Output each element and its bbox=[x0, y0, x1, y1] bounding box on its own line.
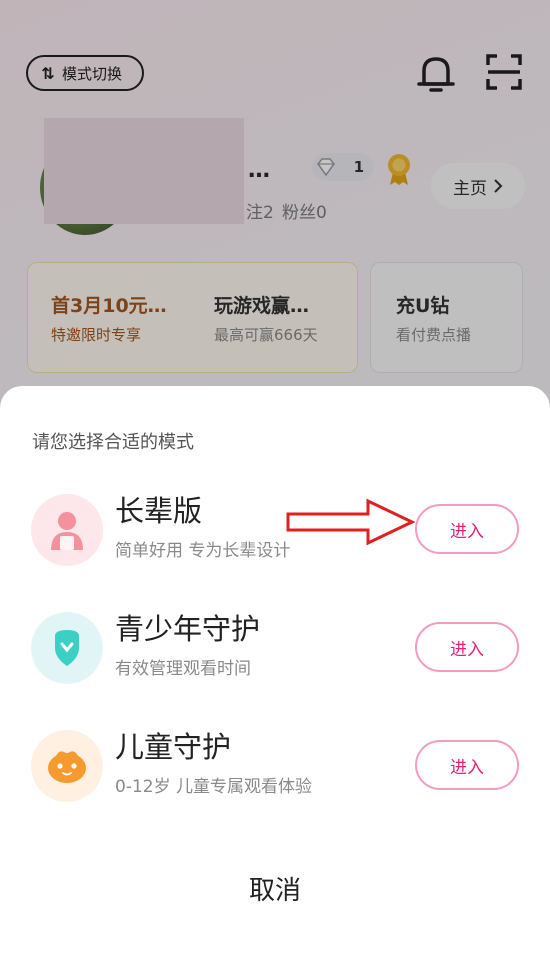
enter-child-mode-button[interactable]: 进入 bbox=[415, 740, 519, 790]
mode-row-child: 儿童守护 0-12岁 儿童专属观看体验 进入 bbox=[0, 724, 550, 814]
child-face-icon bbox=[31, 730, 103, 802]
annotation-arrow-icon bbox=[286, 498, 416, 546]
mode-desc: 简单好用 专为长辈设计 bbox=[115, 541, 291, 561]
mode-name: 长辈版 bbox=[115, 494, 203, 528]
mode-select-sheet: 请您选择合适的模式 长辈版 简单好用 专为长辈设计 进入 青少年守护 有效管理观… bbox=[0, 386, 550, 976]
cancel-button[interactable]: 取消 bbox=[0, 870, 550, 907]
teen-shield-icon bbox=[31, 612, 103, 684]
home-indicator bbox=[200, 963, 350, 968]
mode-row-elder: 长辈版 简单好用 专为长辈设计 进入 bbox=[0, 488, 550, 578]
enter-elder-mode-button[interactable]: 进入 bbox=[415, 504, 519, 554]
mode-row-teen: 青少年守护 有效管理观看时间 进入 bbox=[0, 606, 550, 696]
enter-teen-mode-button[interactable]: 进入 bbox=[415, 622, 519, 672]
mode-name: 青少年守护 bbox=[115, 612, 261, 646]
sheet-title: 请您选择合适的模式 bbox=[32, 432, 194, 453]
mode-desc: 有效管理观看时间 bbox=[115, 659, 251, 679]
mode-name: 儿童守护 bbox=[115, 730, 232, 764]
mode-desc: 0-12岁 儿童专属观看体验 bbox=[115, 777, 312, 797]
elder-person-icon bbox=[31, 494, 103, 566]
